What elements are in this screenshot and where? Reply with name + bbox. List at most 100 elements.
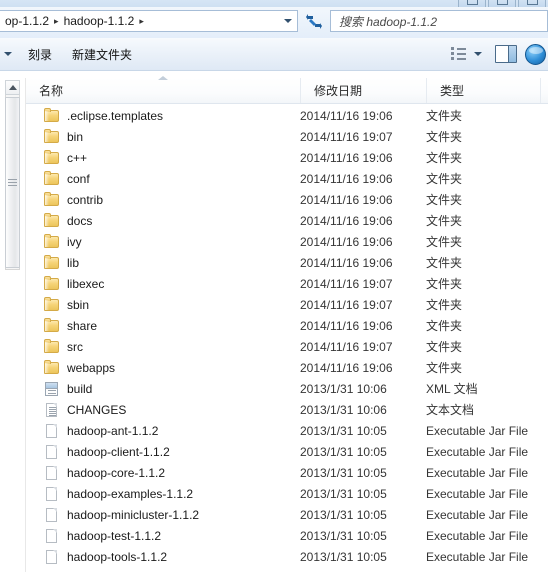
column-header-type[interactable]: 类型 [426, 78, 540, 103]
file-date-cell: 2014/11/16 19:06 [300, 360, 393, 375]
file-name-cell[interactable]: contrib [26, 192, 103, 207]
file-type-cell: Executable Jar File [426, 486, 529, 501]
table-row[interactable]: hadoop-ant-1.1.2 2013/1/31 10:05 Executabl… [26, 420, 548, 441]
table-row[interactable]: contrib 2014/11/16 19:06 文件夹 [26, 189, 548, 210]
file-name-cell[interactable]: hadoop-client-1.1.2 [26, 444, 170, 459]
preview-pane-icon[interactable] [495, 45, 517, 63]
search-placeholder: 搜索 hadoop-1.1.2 [339, 14, 438, 29]
table-row[interactable]: hadoop-examples-1.1.2 2013/1/31 10:05 Exec… [26, 483, 548, 504]
file-date-cell: 2014/11/16 19:06 [300, 150, 393, 165]
file-name-cell[interactable]: bin [26, 129, 83, 144]
file-icon [43, 528, 60, 543]
file-type-cell: Executable Jar File [426, 528, 529, 543]
table-row[interactable]: share 2014/11/16 19:06 文件夹 [26, 315, 548, 336]
table-row[interactable]: sbin 2014/11/16 19:07 文件夹 [26, 294, 548, 315]
change-view-icon[interactable] [449, 46, 469, 62]
nav-pane-scrollbar-thumb[interactable] [5, 97, 20, 268]
file-name-cell[interactable]: libexec [26, 276, 104, 291]
file-name-cell[interactable]: .eclipse.templates [26, 108, 163, 123]
file-date-cell: 2014/11/16 19:07 [300, 129, 393, 144]
folder-icon [43, 360, 60, 375]
file-date-cell: 2014/11/16 19:06 [300, 234, 393, 249]
file-icon [43, 507, 60, 522]
file-icon [43, 423, 60, 438]
file-name-cell[interactable]: share [26, 318, 97, 333]
file-name-label: hadoop-tools-1.1.2 [67, 549, 168, 564]
breadcrumb-separator-icon-2[interactable]: ▸ [136, 16, 147, 26]
table-row[interactable]: c++ 2014/11/16 19:06 文件夹 [26, 147, 548, 168]
file-date-cell: 2013/1/31 10:05 [300, 486, 387, 501]
address-history-dropdown[interactable] [279, 11, 297, 31]
file-date-cell: 2014/11/16 19:06 [300, 318, 393, 333]
table-row[interactable]: lib 2014/11/16 19:06 文件夹 [26, 252, 548, 273]
file-type-cell: 文件夹 [426, 235, 463, 249]
file-name-cell[interactable]: hadoop-core-1.1.2 [26, 465, 165, 480]
table-row[interactable]: src 2014/11/16 19:07 文件夹 [26, 336, 548, 357]
file-name-cell[interactable]: webapps [26, 360, 115, 375]
table-row[interactable]: CHANGES 2013/1/31 10:06 文本文档 [26, 399, 548, 420]
help-icon[interactable] [525, 43, 546, 65]
file-type-cell: 文件夹 [426, 298, 463, 312]
table-row[interactable]: webapps 2014/11/16 19:06 文件夹 [26, 357, 548, 378]
file-name-cell[interactable]: docs [26, 213, 92, 228]
file-name-cell[interactable]: build [26, 381, 92, 396]
file-name-cell[interactable]: hadoop-test-1.1.2 [26, 528, 161, 543]
file-name-cell[interactable]: hadoop-ant-1.1.2 [26, 423, 158, 438]
file-icon [43, 444, 60, 459]
folder-icon [43, 108, 60, 123]
file-type-cell: 文件夹 [426, 214, 463, 228]
search-input[interactable]: 搜索 hadoop-1.1.2 [330, 10, 548, 32]
file-type-cell: 文件夹 [426, 130, 463, 144]
file-name-cell[interactable]: hadoop-minicluster-1.1.2 [26, 507, 199, 522]
table-row[interactable]: hadoop-core-1.1.2 2013/1/31 10:05 Executab… [26, 462, 548, 483]
file-date-cell: 2014/11/16 19:07 [300, 297, 393, 312]
file-name-cell[interactable]: sbin [26, 297, 89, 312]
folder-icon [43, 255, 60, 270]
table-row[interactable]: hadoop-minicluster-1.1.2 2013/1/31 10:05 E… [26, 504, 548, 525]
table-row[interactable]: hadoop-test-1.1.2 2013/1/31 10:05 Executab… [26, 525, 548, 546]
file-date-cell: 2013/1/31 10:06 [300, 381, 387, 396]
table-row[interactable]: ivy 2014/11/16 19:06 文件夹 [26, 231, 548, 252]
refresh-button[interactable] [303, 10, 325, 32]
file-type-cell: 文件夹 [426, 172, 463, 186]
column-header-size[interactable]: 大 [540, 78, 548, 103]
table-row[interactable]: build 2013/1/31 10:06 XML 文档 [26, 378, 548, 399]
file-name-label: share [67, 318, 98, 333]
view-dropdown-button[interactable] [471, 52, 485, 56]
file-name-cell[interactable]: CHANGES [26, 402, 126, 417]
text-document-icon [43, 402, 60, 417]
table-row[interactable]: .eclipse.templates 2014/11/16 19:06 文件夹 [26, 105, 548, 126]
table-row[interactable]: hadoop-client-1.1.2 2013/1/31 10:05 Execut… [26, 441, 548, 462]
column-header-date[interactable]: 修改日期 [300, 78, 426, 103]
table-row[interactable]: hadoop-tools-1.1.2 2013/1/31 10:05 Executa… [26, 546, 548, 567]
file-date-cell: 2014/11/16 19:06 [300, 213, 393, 228]
table-row[interactable]: libexec 2014/11/16 19:07 文件夹 [26, 273, 548, 294]
folder-icon [43, 234, 60, 249]
breadcrumb[interactable]: op-1.1.2 ▸ hadoop-1.1.2 ▸ [0, 14, 279, 28]
file-list[interactable]: .eclipse.templates 2014/11/16 19:06 文件夹 bin… [26, 105, 548, 572]
burn-button[interactable]: 刻录 [18, 42, 62, 67]
file-name-cell[interactable]: lib [26, 255, 79, 270]
file-name-label: hadoop-examples-1.1.2 [67, 486, 194, 501]
file-type-cell: XML 文档 [426, 382, 478, 396]
new-folder-button[interactable]: 新建文件夹 [62, 42, 142, 67]
file-name-cell[interactable]: ivy [26, 234, 82, 249]
table-row[interactable]: conf 2014/11/16 19:06 文件夹 [26, 168, 548, 189]
file-name-cell[interactable]: src [26, 339, 83, 354]
file-name-cell[interactable]: c++ [26, 150, 87, 165]
address-bar[interactable]: op-1.1.2 ▸ hadoop-1.1.2 ▸ [0, 10, 298, 32]
file-name-cell[interactable]: hadoop-examples-1.1.2 [26, 486, 193, 501]
table-row[interactable]: docs 2014/11/16 19:06 文件夹 [26, 210, 548, 231]
table-row[interactable]: bin 2014/11/16 19:07 文件夹 [26, 126, 548, 147]
grip-lines-icon [8, 177, 17, 188]
file-type-cell: 文件夹 [426, 256, 463, 270]
breadcrumb-item-0[interactable]: op-1.1.2 [3, 14, 51, 28]
file-name-cell[interactable]: conf [26, 171, 90, 186]
folder-icon [43, 129, 60, 144]
column-header-name[interactable]: 名称 [26, 78, 300, 103]
file-date-cell: 2013/1/31 10:05 [300, 507, 387, 522]
nav-pane-scroll-up-button[interactable] [5, 80, 20, 95]
organize-menu-button[interactable] [0, 42, 18, 66]
breadcrumb-item-1[interactable]: hadoop-1.1.2 [62, 14, 137, 28]
file-name-cell[interactable]: hadoop-tools-1.1.2 [26, 549, 167, 564]
